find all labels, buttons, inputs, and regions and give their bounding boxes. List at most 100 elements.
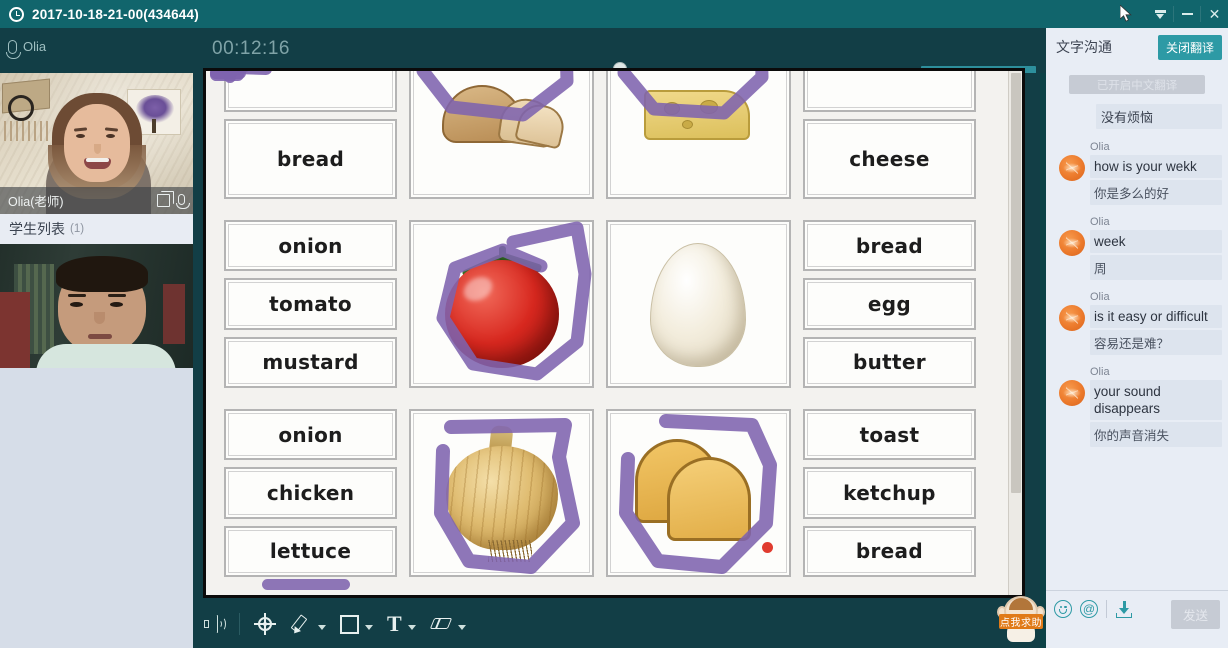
chat-title: 文字沟通 [1056, 39, 1112, 55]
window-icon[interactable] [157, 191, 174, 207]
at-icon[interactable]: @ [1080, 600, 1098, 618]
avatar [1059, 305, 1085, 331]
word-box[interactable]: chicken [210, 71, 398, 519]
word-label: cheese [849, 146, 930, 171]
student-eye-right [110, 302, 123, 307]
chat-message: Olia is it easy or difficult 容易还是难？ [1052, 291, 1222, 355]
minimize-to-tray-button[interactable] [1147, 0, 1174, 28]
word-box[interactable]: egg [802, 278, 976, 330]
word-box[interactable]: bread [802, 525, 976, 577]
student-list-header[interactable]: 学生列表 (1) [0, 214, 193, 244]
word-box[interactable]: tomato [210, 71, 398, 330]
teacher-name-label: Olia(老师) [8, 195, 64, 209]
picture-box[interactable] [606, 220, 791, 388]
bread-loaf-illustration [441, 79, 568, 151]
session-timer: 00:12:16 [212, 38, 290, 59]
worksheet-row: onion chicken lettuce toast ketchup brea… [210, 71, 976, 590]
pencil-button[interactable] [290, 613, 326, 636]
word-box[interactable]: ketchup [802, 467, 976, 519]
word-box[interactable]: onion [224, 71, 398, 461]
word-box[interactable]: cheese [220, 71, 976, 199]
speaker-button[interactable] [203, 614, 226, 634]
message-translation: 你是多么的好 [1090, 180, 1222, 205]
word-label: tomato [269, 291, 352, 316]
worksheet-row: onion tomato mustard bread egg butter [210, 71, 976, 388]
whiteboard-area: bread cheese onion tomato mustard bread … [193, 68, 1221, 648]
word-label: onion [278, 233, 343, 258]
toggle-translation-button[interactable]: 关闭翻译 [1157, 34, 1222, 60]
download-icon[interactable] [1115, 600, 1133, 618]
microphone-icon[interactable] [175, 193, 190, 209]
word-column: onion tomato mustard [210, 71, 398, 388]
word-box[interactable]: mustard [224, 336, 398, 388]
word-label: toast [859, 422, 920, 447]
message-sender: Olia [1090, 216, 1110, 228]
message-original: is it easy or difficult [1090, 305, 1222, 328]
whiteboard-frame: bread cheese onion tomato mustard bread … [203, 68, 1025, 598]
window-title: 2017-10-18-21-00(434644) [32, 6, 199, 22]
chat-message: Olia how is your wekk 你是多么的好 [1052, 141, 1222, 205]
minimize-button[interactable] [1174, 0, 1201, 28]
word-label: butter [852, 350, 926, 375]
student-brow-right [108, 294, 126, 297]
close-icon: ✕ [1208, 5, 1221, 22]
word-box[interactable]: onion [224, 71, 398, 272]
student-room-decor-right [163, 284, 185, 344]
message-translation: 周 [1090, 255, 1222, 280]
picture-box[interactable] [409, 220, 594, 388]
worksheet: bread cheese onion tomato mustard bread … [210, 71, 976, 595]
chevron-down-icon[interactable] [457, 625, 466, 630]
word-label: bread [855, 233, 923, 258]
eraser-button[interactable] [429, 614, 466, 634]
mouse-cursor [1120, 5, 1132, 22]
word-column: bread egg butter [802, 220, 976, 388]
picture-box[interactable] [606, 71, 791, 199]
student-video-tile[interactable] [0, 244, 193, 368]
chevron-down-icon[interactable] [365, 625, 373, 630]
picture-box[interactable] [409, 71, 594, 199]
student-hair [56, 256, 148, 292]
chevron-down-icon[interactable] [407, 625, 416, 630]
chat-message-list[interactable]: 已开启中文翻译 没有烦恼 Olia how is your wekk 你是多么的… [1046, 66, 1228, 590]
speaker-icon [203, 614, 226, 634]
teacher-brow-left [73, 127, 88, 132]
tray-down-icon [1155, 9, 1166, 19]
student-brow-left [68, 294, 86, 297]
text-button[interactable]: T [387, 613, 416, 635]
word-label: chicken [266, 480, 355, 505]
footer-divider [1106, 600, 1107, 618]
student-eye-left [70, 302, 83, 307]
canvas-scrollbar-track[interactable] [1008, 71, 1022, 595]
word-box[interactable]: lettuce [210, 71, 398, 577]
teacher-video-overlay: Olia(老师) [0, 187, 193, 214]
pointer-button[interactable] [254, 613, 276, 635]
picture-box[interactable] [409, 409, 594, 577]
chevron-down-icon[interactable] [318, 625, 326, 630]
word-box[interactable] [224, 71, 398, 112]
word-column: bread [224, 71, 398, 199]
active-speaker: Olia [6, 39, 46, 59]
word-box[interactable] [802, 71, 976, 112]
teacher-video-tile[interactable]: Olia(老师) [0, 73, 193, 214]
student-list-count: (1) [70, 223, 85, 235]
worksheet-row: bread cheese [220, 71, 976, 199]
avatar [1059, 155, 1085, 181]
close-button[interactable]: ✕ [1201, 0, 1228, 28]
onion-illustration [432, 418, 572, 568]
word-box[interactable]: bread [802, 220, 976, 272]
avatar [1059, 230, 1085, 256]
whiteboard-canvas[interactable]: bread cheese onion tomato mustard bread … [206, 71, 1022, 595]
word-box[interactable]: toast [262, 409, 976, 590]
canvas-scrollbar-thumb[interactable] [1011, 73, 1021, 493]
help-mascot-button[interactable]: 点我求助 [997, 596, 1045, 644]
word-box[interactable]: bread [224, 118, 398, 199]
left-sidebar: Olia(老师) 学生列表 (1) [0, 73, 193, 648]
rectangle-button[interactable] [340, 614, 373, 634]
decor-hoop [8, 95, 34, 121]
smiley-icon[interactable] [1054, 600, 1072, 618]
message-sender: Olia [1090, 141, 1110, 153]
word-box[interactable]: butter [802, 336, 976, 388]
picture-box[interactable] [606, 409, 791, 577]
target-icon [254, 613, 276, 635]
send-button[interactable]: 发送 [1170, 600, 1220, 629]
